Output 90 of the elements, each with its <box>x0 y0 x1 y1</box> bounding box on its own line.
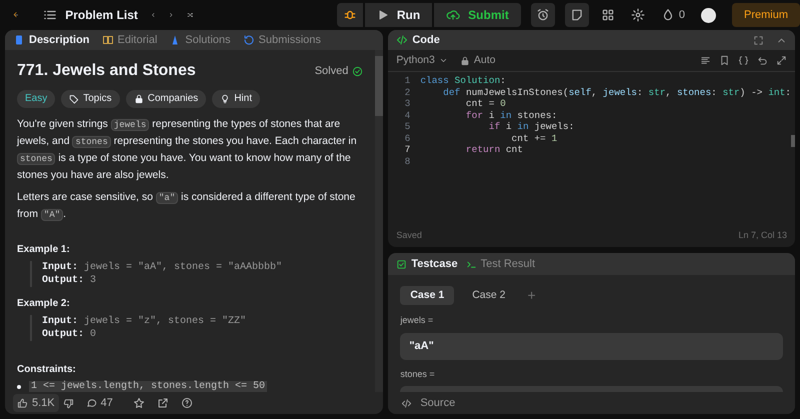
tag-icon <box>69 94 80 104</box>
code-line: class Solution: <box>420 75 507 86</box>
description-tab[interactable]: Submissions <box>242 32 321 48</box>
code-line: cnt += 1 <box>510 132 558 144</box>
lock-icon <box>460 56 470 66</box>
lock-icon <box>134 94 144 104</box>
note-icon[interactable] <box>570 8 584 22</box>
thumbs-up-icon <box>17 398 28 408</box>
example-input-text: Input: jewels = "aA", stones = "aAAbbbb" <box>42 261 284 274</box>
avatar[interactable] <box>700 8 716 22</box>
solved-status: Solved <box>314 64 348 79</box>
bookmark-icon[interactable] <box>719 55 730 66</box>
description-tab[interactable]: Editorial <box>102 32 158 48</box>
undo-icon[interactable] <box>757 55 768 66</box>
like-button[interactable]: 5.1K <box>13 394 59 412</box>
testcase-tab[interactable]: Testcase <box>396 256 458 272</box>
description-tab[interactable]: Description <box>13 32 90 48</box>
cloud-upload-icon[interactable] <box>446 8 460 22</box>
language-dropdown[interactable]: Python3 <box>396 52 448 68</box>
alarm-clock-icon[interactable] <box>536 8 550 22</box>
help-icon[interactable] <box>180 397 193 409</box>
braces-icon[interactable] <box>738 55 749 66</box>
line-number: 8 <box>404 156 410 167</box>
example-output-text: Output: 0 <box>42 328 98 341</box>
difficulty-badge: Easy <box>17 90 56 108</box>
expand-icon[interactable] <box>776 55 787 66</box>
comment-icon <box>86 398 97 408</box>
star-icon[interactable] <box>132 397 145 409</box>
example-input-text: Input: jewels = "z", stones = "ZZ" <box>42 315 248 328</box>
format-icon[interactable] <box>700 55 711 66</box>
problem-list-button[interactable]: Problem List <box>43 6 138 24</box>
mode-label: Auto <box>474 52 496 68</box>
code-line: cnt = 0 <box>464 98 507 110</box>
line-number: 4 <box>404 110 410 121</box>
constraint: 1 <= jewels.length, stones.length <= 50 <box>29 381 268 392</box>
code-icon[interactable] <box>396 34 408 46</box>
tag-button[interactable]: Companies <box>126 90 206 108</box>
code-line: def numJewelsInStones(self, jewels: str, stones: str) -> int: <box>442 86 791 98</box>
description-paragraph: You're given strings jewels representing the types of stones that are jewels, and stones representing the stones you have. Each character in stones is a type of stone you have. You want to know how many of the stones you have are also jewels. <box>17 117 358 183</box>
code-line: return cnt <box>464 144 524 156</box>
play-icon[interactable] <box>376 9 389 21</box>
terminal-icon <box>466 258 477 270</box>
line-number: 1 <box>404 75 410 86</box>
run-button[interactable]: Run <box>364 3 432 27</box>
line-number: 7 <box>404 144 410 156</box>
description-paragraph: Letters are case sensitive, so "a" is considered a different type of stone from "A" . <box>17 190 356 223</box>
code-icon <box>401 398 412 408</box>
line-number: 3 <box>404 98 410 110</box>
line-number: 2 <box>404 86 410 98</box>
source-button[interactable]: Source <box>401 394 456 412</box>
bug-icon[interactable] <box>342 8 357 22</box>
checkbox-icon <box>396 258 408 270</box>
parameter-value-field[interactable]: "aA" <box>400 332 783 360</box>
line-number: 5 <box>404 121 410 132</box>
lightbulb-icon <box>220 94 230 104</box>
history-icon <box>242 34 255 46</box>
example-heading: Example 1: <box>17 243 71 257</box>
panel-title: Code <box>412 32 440 48</box>
description-tab[interactable]: Solutions <box>169 32 231 48</box>
line-number: 6 <box>404 132 410 144</box>
check-circle-icon <box>352 66 364 76</box>
example-heading: Example 2: <box>17 297 71 311</box>
document-icon <box>13 34 25 46</box>
case-tab[interactable]: Case 1 <box>400 286 454 305</box>
grid-icon[interactable] <box>600 8 615 22</box>
submit-button[interactable]: Submit <box>434 3 521 27</box>
chevron-down-icon <box>438 56 448 65</box>
tag-button[interactable]: Hint <box>212 90 260 108</box>
thumbs-down-icon[interactable] <box>62 398 74 408</box>
code-line: if i in jewels: <box>488 121 576 132</box>
constraints-heading: Constraints: <box>17 363 77 377</box>
code-line: for i in stones: <box>464 110 558 121</box>
share-icon[interactable] <box>156 397 169 409</box>
premium-button[interactable]: Premium <box>732 3 800 27</box>
comments-button[interactable]: 47 <box>86 394 113 412</box>
parameter-label: jewels = <box>400 314 434 327</box>
problem-title: 771. Jewels and Stones <box>17 62 196 80</box>
maximize-icon[interactable] <box>753 34 764 46</box>
streak-count: 0 <box>678 8 685 23</box>
scrollbar[interactable] <box>375 50 384 392</box>
editor-scrollbar[interactable] <box>791 135 795 147</box>
parameter-label: stones = <box>400 368 436 380</box>
case-tab[interactable]: Case 2 <box>462 286 516 305</box>
list-icon[interactable] <box>43 8 58 22</box>
cursor-position: Ln 7, Col 13 <box>738 229 787 242</box>
testcase-tab[interactable]: Test Result <box>466 256 536 272</box>
example-output-text: Output: 3 <box>42 274 98 287</box>
tag-button[interactable]: Topics <box>61 90 120 108</box>
book-icon <box>102 34 114 46</box>
save-status: Saved <box>396 229 422 242</box>
